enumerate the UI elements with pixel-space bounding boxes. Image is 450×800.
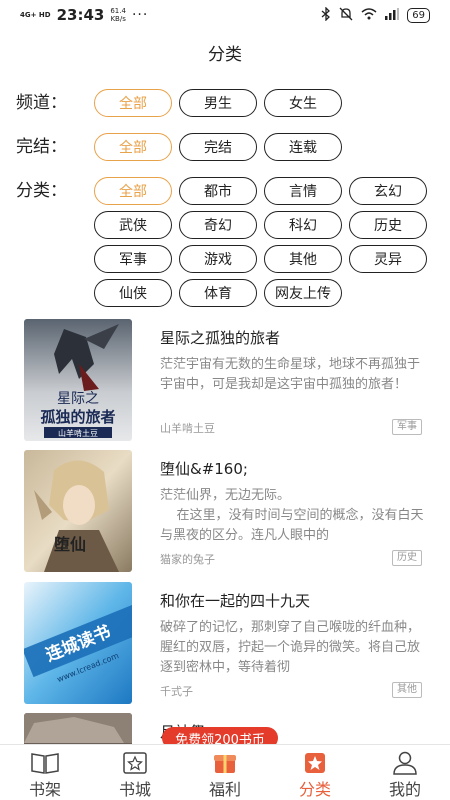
channel-chip[interactable]: 男生 (179, 89, 257, 117)
category-chip[interactable]: 仙侠 (94, 279, 172, 307)
book-title: 堕仙&#160; (160, 460, 248, 478)
book-list: 星际之 孤独的旅者 山羊啃土豆 星际之孤独的旅者 茫茫宇宙有无数的生命星球，地球… (0, 312, 450, 744)
book-author: 猫家的兔子 (160, 553, 215, 566)
category-filter: 分类： 全部 都市 言情 玄幻武侠 奇幻 科幻 历史军事 游戏 其他 灵异仙侠 体育 网友上传 (16, 177, 434, 307)
cover-title-text: 堕仙 (54, 535, 86, 554)
completion-chip[interactable]: 全部 (94, 133, 172, 161)
book-item[interactable]: 连城读书 www.lcread.com 和你在一起的四十九天 破碎了的记忆，那刺… (0, 582, 450, 707)
category-chip[interactable]: 科幻 (264, 211, 342, 239)
book-title: 和你在一起的四十九天 (160, 592, 311, 610)
tab-bookstore[interactable]: 书城 (90, 745, 180, 800)
completion-options: 全部 完结 连载 (94, 133, 434, 161)
wifi-icon (361, 7, 377, 23)
book-cover: 星际之 孤独的旅者 山羊啃土豆 (24, 319, 132, 441)
book-cover: 连城读书 www.lcread.com (24, 582, 132, 704)
battery-indicator: 69 (407, 7, 430, 23)
book-description: 茫茫宇宙有无数的生命星球，地球不再孤独于宇宙中，可是我却是这宇宙中孤独的旅者！ (160, 357, 421, 392)
category-chip[interactable]: 灵异 (349, 245, 427, 273)
book-description: 茫茫仙界，无边无际。 在这里，没有时间与空间的概念，没有白天与黑夜的区分。连凡人… (160, 488, 424, 543)
book-cover: 堕仙 (24, 450, 132, 572)
signal-icon (385, 7, 400, 23)
book-category-tag: 其他 (392, 682, 422, 698)
category-chip[interactable]: 玄幻 (349, 177, 427, 205)
cover-title-text: 孤独的旅者 (40, 408, 115, 426)
channel-options: 全部 男生 女生 (94, 89, 434, 117)
category-chip[interactable]: 游戏 (179, 245, 257, 273)
status-time: 23:43 (56, 6, 105, 24)
bluetooth-icon (321, 5, 331, 24)
mute-bell-icon (339, 7, 353, 24)
channel-chip[interactable]: 全部 (94, 89, 172, 117)
bookshelf-icon (30, 750, 60, 776)
notification-dots: ··· (131, 7, 149, 23)
completion-filter-label: 完结： (16, 137, 67, 157)
channel-filter: 频道： 全部 男生 女生 (16, 89, 434, 117)
category-chip[interactable]: 网友上传 (264, 279, 342, 307)
book-description: 破碎了的记忆，那刺穿了自己喉咙的纤血种，腥红的双唇，拧起一个诡异的微笑。将自己放… (160, 620, 421, 675)
category-chip[interactable]: 历史 (349, 211, 427, 239)
cover-author-text: 山羊啃土豆 (58, 428, 98, 438)
bookstore-icon (122, 750, 148, 776)
network-indicator: 4G+ HD (20, 11, 51, 19)
tab-label: 福利 (208, 780, 241, 799)
category-filter-label: 分类： (16, 181, 67, 201)
network-speed: 61.4 KB/s (110, 7, 126, 23)
book-category-tag: 历史 (392, 550, 422, 566)
category-chip[interactable]: 体育 (179, 279, 257, 307)
status-bar: 4G+ HD 23:43 61.4 KB/s ··· 69 (0, 0, 450, 30)
category-options: 全部 都市 言情 玄幻武侠 奇幻 科幻 历史军事 游戏 其他 灵异仙侠 体育 网友上传 (94, 177, 434, 307)
tab-label: 我的 (388, 780, 421, 799)
profile-icon (392, 750, 418, 776)
completion-chip[interactable]: 完结 (179, 133, 257, 161)
book-category-tag: 军事 (392, 419, 422, 435)
channel-chip[interactable]: 女生 (264, 89, 342, 117)
book-author: 山羊啃土豆 (160, 422, 215, 435)
tab-category[interactable]: 分类 (270, 745, 360, 800)
bottom-tab-bar: 书架 书城 福利 分类 我的 (0, 744, 450, 800)
category-chip[interactable]: 全部 (94, 177, 172, 205)
tab-label: 书城 (118, 780, 151, 799)
category-star-icon (303, 750, 327, 776)
tab-bookshelf[interactable]: 书架 (0, 745, 90, 800)
category-chip[interactable]: 军事 (94, 245, 172, 273)
book-author: 千式子 (160, 685, 193, 698)
category-chip[interactable]: 都市 (179, 177, 257, 205)
completion-chip[interactable]: 连载 (264, 133, 342, 161)
tab-welfare[interactable]: 福利 (180, 745, 270, 800)
category-chip[interactable]: 言情 (264, 177, 342, 205)
book-item[interactable]: 星际之 孤独的旅者 山羊啃土豆 星际之孤独的旅者 茫茫宇宙有无数的生命星球，地球… (0, 319, 450, 444)
book-title: 星际之孤独的旅者 (160, 329, 281, 347)
book-item[interactable]: 堕仙 堕仙&#160; 茫茫仙界，无边无际。 在这里，没有时间与空间的概念，没有… (0, 450, 450, 575)
tab-profile[interactable]: 我的 (360, 745, 450, 800)
book-cover (24, 713, 132, 744)
channel-filter-label: 频道： (16, 93, 67, 113)
tab-label: 分类 (298, 780, 331, 799)
category-chip[interactable]: 奇幻 (179, 211, 257, 239)
completion-filter: 完结： 全部 完结 连载 (16, 133, 434, 161)
category-chip[interactable]: 其他 (264, 245, 342, 273)
gift-icon (212, 750, 238, 776)
page-title: 分类 (208, 45, 242, 65)
cover-title-text: 星际之 (57, 391, 99, 407)
category-chip[interactable]: 武侠 (94, 211, 172, 239)
tab-label: 书架 (28, 780, 61, 799)
